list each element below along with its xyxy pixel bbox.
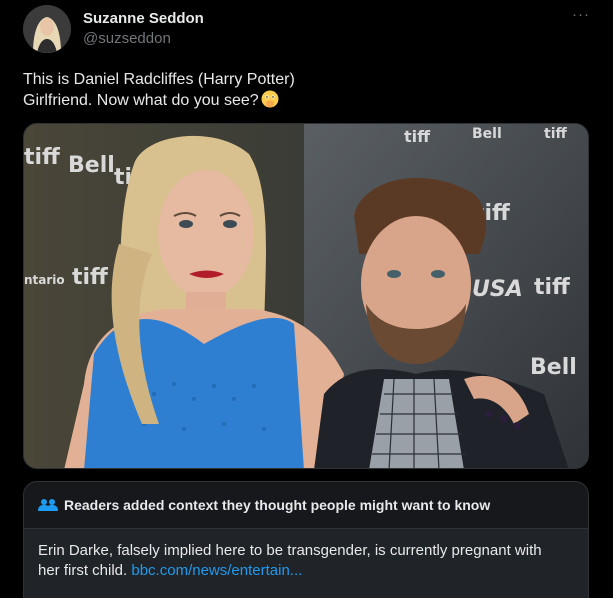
tweet: Suzanne Seddon @suzseddon ··· This is Da… <box>0 0 613 598</box>
backdrop-logo: Bell <box>68 153 115 178</box>
more-icon[interactable]: ··· <box>569 7 593 28</box>
backdrop-logo: Bell <box>530 355 577 380</box>
tweet-text-line-2-text: Girlfriend. Now what do you see? <box>23 92 259 109</box>
community-note-body: Erin Darke, falsely implied here to be t… <box>24 529 588 598</box>
face-with-hand-over-mouth-icon <box>261 90 279 108</box>
backdrop-logo: tiff <box>72 265 109 290</box>
community-note-text-1: Erin Darke, falsely implied here to be t… <box>38 542 542 559</box>
tweet-text-line-1: This is Daniel Radcliffes (Harry Potter) <box>23 71 295 88</box>
author-handle[interactable]: @suzseddon <box>83 30 171 47</box>
tweet-text: This is Daniel Radcliffes (Harry Potter)… <box>23 70 583 111</box>
backdrop-logo: tiff <box>534 275 571 300</box>
community-note-title: Readers added context they thought peopl… <box>64 497 491 513</box>
community-note: Readers added context they thought peopl… <box>23 481 589 598</box>
profile-photo-icon <box>23 5 71 53</box>
people-icon <box>38 499 58 511</box>
community-note-link[interactable]: bbc.com/news/entertain... <box>131 562 302 579</box>
backdrop-logo: tiff <box>24 145 61 170</box>
backdrop-logo: USA <box>472 277 523 302</box>
photo-image: tiff Bell tiff ntario tiff tiff tiff Bel… <box>24 124 588 468</box>
tweet-text-line-2: Girlfriend. Now what do you see? <box>23 90 583 111</box>
avatar[interactable] <box>23 5 71 53</box>
backdrop-logo: ntario <box>24 273 65 287</box>
backdrop-logo: Bell <box>472 126 502 142</box>
community-note-header: Readers added context they thought peopl… <box>24 482 588 529</box>
backdrop-logo: tiff <box>404 127 431 146</box>
tweet-photo[interactable]: tiff Bell tiff ntario tiff tiff tiff Bel… <box>23 123 589 469</box>
community-note-text-2: her first child. <box>38 562 128 579</box>
author-name[interactable]: Suzanne Seddon <box>83 10 204 27</box>
backdrop-logo: tiff <box>544 126 567 142</box>
